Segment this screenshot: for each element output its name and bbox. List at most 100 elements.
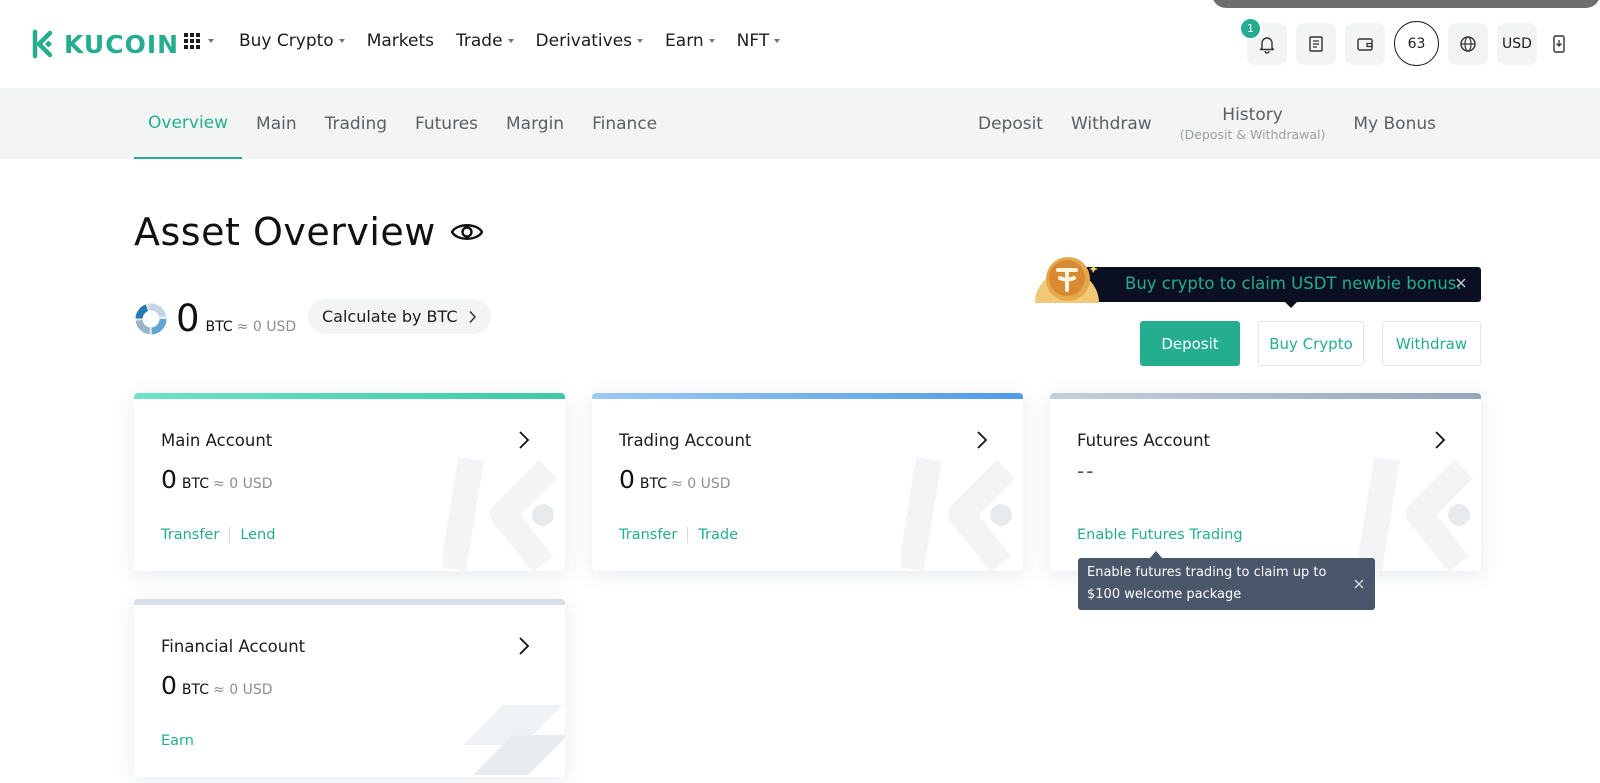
- chevron-down-icon: [208, 39, 214, 43]
- deposit-button[interactable]: Deposit: [1140, 321, 1240, 366]
- bell-icon: [1259, 36, 1275, 54]
- lend-link[interactable]: Lend: [240, 527, 275, 543]
- card-balance: 0 BTC ≈ 0 USD: [619, 465, 730, 494]
- nav-label: Buy Crypto: [239, 31, 334, 51]
- financial-account-card[interactable]: Financial Account 0 BTC ≈ 0 USD Earn: [134, 599, 565, 777]
- card-balance-value: 0: [619, 465, 635, 494]
- chevron-down-icon: [774, 39, 781, 43]
- download-app-button[interactable]: [1546, 23, 1572, 65]
- buy-crypto-button[interactable]: Buy Crypto: [1258, 321, 1364, 366]
- chevron-right-icon[interactable]: [1429, 429, 1451, 451]
- orders-icon: [1309, 35, 1323, 52]
- futures-account-card[interactable]: Futures Account -- Enable Futures Tradin…: [1050, 393, 1481, 571]
- total-balance-unit: BTC: [205, 319, 233, 335]
- nav-nft[interactable]: NFT: [737, 31, 781, 51]
- kucoin-watermark-icon: [443, 456, 558, 571]
- wallet-icon: [1357, 37, 1373, 51]
- tab-main[interactable]: Main: [242, 88, 311, 159]
- card-links: Enable Futures Trading: [1077, 527, 1243, 543]
- link-divider: [687, 527, 689, 543]
- tab-trading[interactable]: Trading: [311, 88, 401, 159]
- tooltip-text: Enable futures trading to claim up to $1…: [1087, 565, 1327, 602]
- assets-tabs: Overview Main Trading Futures Margin Fin…: [134, 88, 671, 159]
- kucoin-logo[interactable]: KUCOIN: [26, 28, 179, 60]
- chevron-right-icon[interactable]: [513, 635, 535, 657]
- tab-margin[interactable]: Margin: [492, 88, 578, 159]
- card-accent-bar: [1050, 393, 1481, 399]
- globe-icon: [1460, 35, 1476, 52]
- futures-tooltip: Enable futures trading to claim up to $1…: [1078, 558, 1375, 610]
- subnav-withdraw-link[interactable]: Withdraw: [1071, 114, 1152, 134]
- main-account-card[interactable]: Main Account 0 BTC ≈ 0 USD Transfer Lend: [134, 393, 565, 571]
- apps-menu-button[interactable]: [184, 33, 214, 49]
- tab-finance[interactable]: Finance: [578, 88, 671, 159]
- trade-link[interactable]: Trade: [698, 527, 738, 543]
- subnav-deposit-link[interactable]: Deposit: [978, 114, 1043, 134]
- orders-button[interactable]: [1296, 22, 1336, 65]
- wallet-button[interactable]: [1345, 22, 1385, 65]
- calculate-by-label: Calculate by BTC: [322, 307, 458, 326]
- overview-actions: Deposit Buy Crypto Withdraw: [1140, 321, 1481, 366]
- transfer-link[interactable]: Transfer: [619, 527, 677, 543]
- kucoin-logo-icon: [32, 29, 53, 59]
- card-balance-unit: BTC: [639, 476, 668, 492]
- nav-buy-crypto[interactable]: Buy Crypto: [239, 31, 345, 51]
- nav-markets[interactable]: Markets: [367, 31, 434, 51]
- download-app-icon: [1553, 34, 1565, 53]
- total-balance: 0 BTC ≈ 0 USD: [134, 297, 296, 340]
- eye-icon[interactable]: [450, 215, 484, 249]
- promo-text: Buy crypto to claim USDT newbie bonus.: [1125, 274, 1462, 293]
- tooltip-pointer: [1150, 551, 1162, 558]
- transfer-link[interactable]: Transfer: [161, 527, 219, 543]
- history-link[interactable]: History (Deposit & Withdrawal): [1180, 105, 1326, 142]
- earn-link[interactable]: Earn: [161, 733, 194, 749]
- tab-overview[interactable]: Overview: [134, 88, 243, 159]
- top-right-controls: 1 63 USD: [1239, 16, 1572, 66]
- nav-label: NFT: [736, 31, 770, 51]
- trading-account-card[interactable]: Trading Account 0 BTC ≈ 0 USD Transfer T…: [592, 393, 1023, 571]
- notification-badge: 1: [1239, 16, 1262, 40]
- chevron-right-icon[interactable]: [513, 429, 535, 451]
- total-balance-value: 0: [176, 297, 200, 340]
- history-label: History: [1222, 105, 1283, 125]
- usdt-coin-icon: [1035, 257, 1099, 303]
- chevron-right-icon[interactable]: [971, 429, 993, 451]
- nav-earn[interactable]: Earn: [665, 31, 715, 51]
- card-links: Earn: [161, 733, 194, 749]
- currency-selector[interactable]: USD: [1497, 22, 1537, 65]
- nav-trade[interactable]: Trade: [456, 31, 514, 51]
- card-balance-unit: BTC: [181, 476, 210, 492]
- main-nav: Buy Crypto Markets Trade Derivatives Ear…: [239, 31, 781, 51]
- user-avatar[interactable]: 63: [1394, 21, 1439, 66]
- promo-banner: Buy crypto to claim USDT newbie bonus.: [1035, 255, 1481, 308]
- card-links: Transfer Trade: [619, 527, 738, 543]
- calculate-by-selector[interactable]: Calculate by BTC: [308, 299, 491, 334]
- browser-overlay-strip: [1212, 0, 1600, 8]
- language-button[interactable]: [1448, 22, 1488, 65]
- card-balance-placeholder: --: [1077, 459, 1096, 483]
- chevron-down-icon: [708, 39, 715, 43]
- withdraw-button[interactable]: Withdraw: [1382, 321, 1481, 366]
- card-balance-usd: ≈ 0 USD: [213, 682, 273, 698]
- enable-futures-link[interactable]: Enable Futures Trading: [1077, 527, 1243, 543]
- card-links: Transfer Lend: [161, 527, 275, 543]
- card-balance-unit: BTC: [181, 682, 210, 698]
- close-icon[interactable]: [1453, 275, 1469, 291]
- card-balance: 0 BTC ≈ 0 USD: [161, 465, 272, 494]
- my-bonus-link[interactable]: My Bonus: [1353, 114, 1436, 134]
- close-icon[interactable]: [1353, 578, 1365, 590]
- card-title: Financial Account: [161, 637, 306, 656]
- tab-futures[interactable]: Futures: [401, 88, 492, 159]
- nav-label: Earn: [665, 31, 704, 51]
- layers-watermark-icon: [463, 705, 565, 775]
- total-balance-usd: ≈ 0 USD: [236, 319, 297, 335]
- asset-distribution-icon[interactable]: [134, 302, 168, 336]
- history-sublabel: (Deposit & Withdrawal): [1179, 127, 1326, 142]
- chevron-down-icon: [338, 39, 345, 43]
- nav-derivatives[interactable]: Derivatives: [536, 31, 644, 51]
- notifications-button[interactable]: 1: [1239, 16, 1287, 65]
- top-navigation-bar: KUCOIN Buy Crypto Markets Trade Derivati…: [0, 0, 1600, 88]
- grid-icon: [184, 33, 200, 49]
- chevron-down-icon: [637, 39, 644, 43]
- asset-overview-header: Asset Overview: [134, 210, 484, 254]
